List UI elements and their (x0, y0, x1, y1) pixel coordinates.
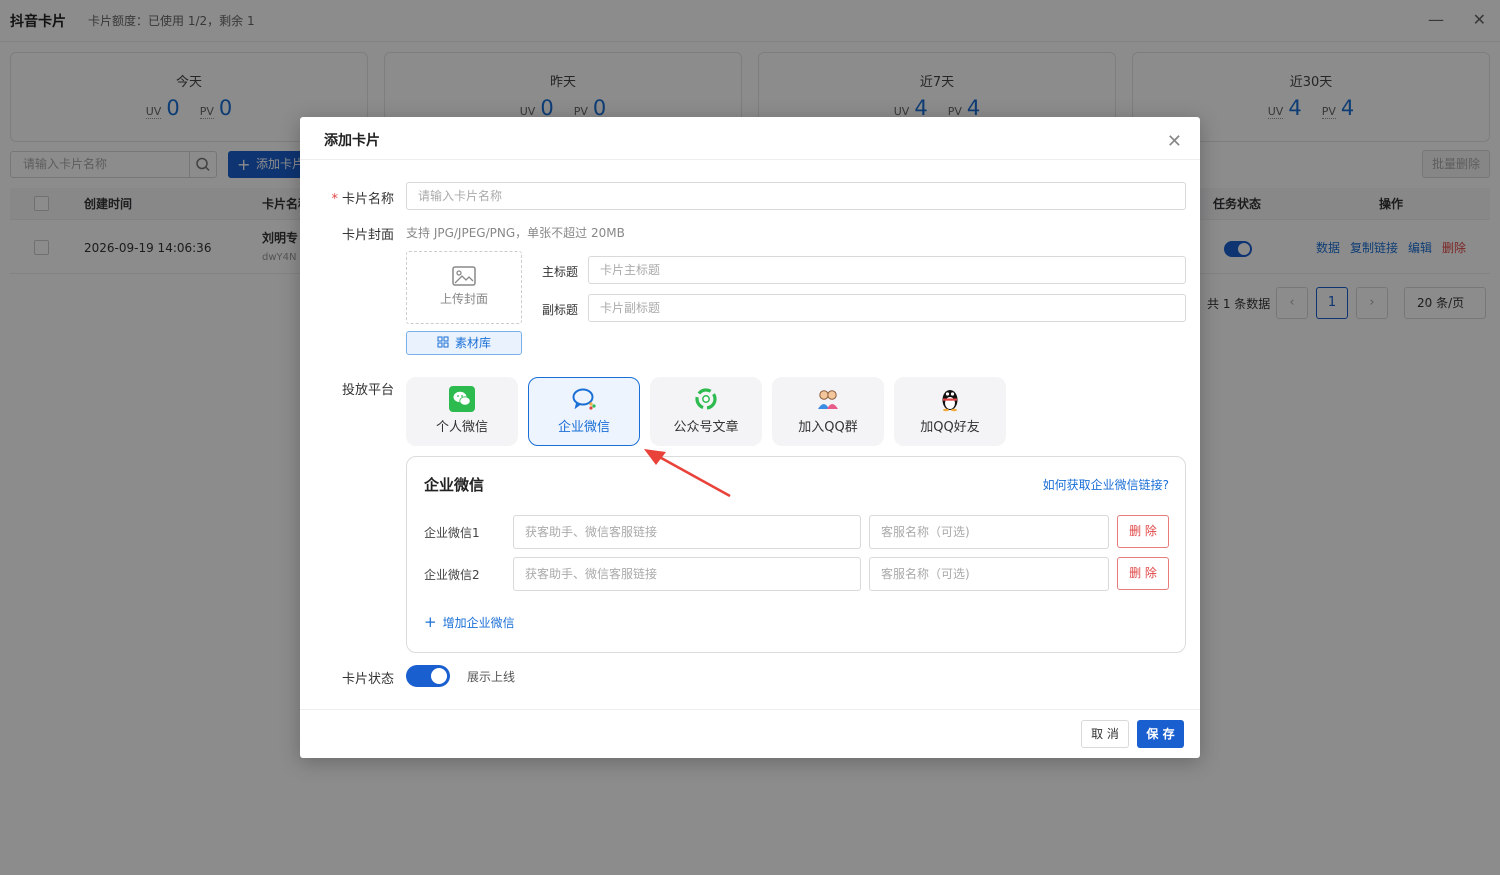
platform-qq-group[interactable]: 加入QQ群 (772, 377, 884, 446)
service-name-input[interactable]: 客服名称（可选) (869, 557, 1109, 591)
save-button[interactable]: 保 存 (1137, 720, 1184, 748)
platform-label: 投放平台 (341, 383, 394, 398)
grid-icon (437, 336, 449, 348)
dialog-close-icon[interactable]: ✕ (1167, 133, 1182, 151)
status-text: 展示上线 (467, 670, 516, 684)
platform-official-account[interactable]: 公众号文章 (650, 377, 762, 446)
material-library-button[interactable]: 素材库 (406, 331, 522, 355)
dialog-footer: 取 消 保 存 (300, 709, 1200, 758)
card-name-label: * 卡片名称 (331, 192, 394, 207)
main-title-label: 主标题 (542, 265, 579, 279)
card-name-input[interactable]: 请输入卡片名称 (406, 182, 1186, 210)
wecom-panel: 企业微信 如何获取企业微信链接? 企业微信1 获客助手、微信客服链接 客服名称（… (406, 456, 1186, 653)
wecom-help-link[interactable]: 如何获取企业微信链接? (1043, 476, 1169, 493)
sub-title-label: 副标题 (542, 303, 579, 317)
card-status-label: 卡片状态 (341, 672, 394, 687)
cover-hint: 支持 JPG/JPEG/PNG，单张不超过 20MB (406, 226, 625, 240)
qq-group-icon (818, 390, 838, 409)
wecom-entry-label: 企业微信2 (424, 568, 480, 582)
dialog-header: 添加卡片 ✕ (300, 117, 1200, 160)
wecom-entry-label: 企业微信1 (424, 526, 480, 540)
platform-wechat[interactable]: 个人微信 (406, 377, 518, 446)
upload-cover-area[interactable]: 上传封面 (406, 251, 522, 324)
qq-penguin-icon (942, 390, 958, 412)
wecom-panel-title: 企业微信 (424, 476, 485, 494)
wecom-icon (572, 388, 596, 410)
dialog-title: 添加卡片 (324, 133, 380, 149)
platform-wecom[interactable]: 企业微信 (528, 377, 640, 446)
wecom-link-input[interactable]: 获客助手、微信客服链接 (513, 557, 861, 591)
main-title-input[interactable]: 卡片主标题 (588, 256, 1186, 284)
cancel-button[interactable]: 取 消 (1081, 720, 1129, 748)
delete-entry-button[interactable]: 删 除 (1117, 515, 1169, 548)
wechat-icon (449, 386, 475, 412)
annotation-arrow-icon (644, 449, 731, 498)
wecom-link-input[interactable]: 获客助手、微信客服链接 (513, 515, 861, 549)
add-card-dialog: 添加卡片 ✕ * 卡片名称 请输入卡片名称 卡片封面 支持 JPG/JPEG/PN… (300, 117, 1200, 758)
upload-cover-label: 上传封面 (439, 292, 488, 306)
platform-qq-friend[interactable]: 加QQ好友 (894, 377, 1006, 446)
plus-icon: + (424, 613, 437, 631)
card-status-toggle[interactable] (406, 665, 450, 687)
service-name-input[interactable]: 客服名称（可选) (869, 515, 1109, 549)
add-wecom-button[interactable]: + 增加企业微信 (424, 613, 515, 631)
image-icon (452, 266, 476, 286)
delete-entry-button[interactable]: 删 除 (1117, 557, 1169, 590)
official-account-icon (695, 388, 717, 410)
card-cover-label: 卡片封面 (341, 228, 394, 243)
sub-title-input[interactable]: 卡片副标题 (588, 294, 1186, 322)
